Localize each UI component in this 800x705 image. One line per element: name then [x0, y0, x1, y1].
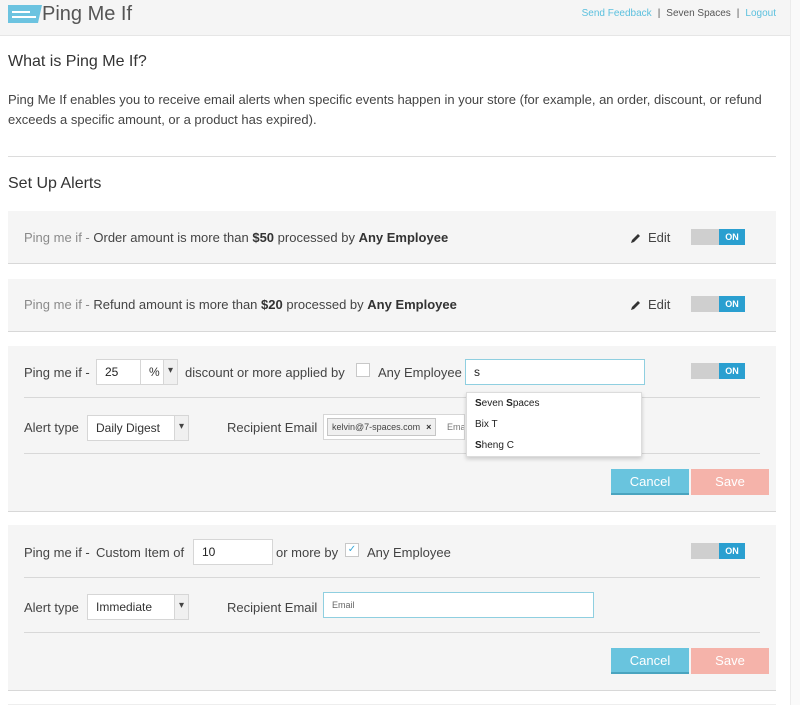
recipient-email: kelvin@7-spaces.com [332, 422, 421, 432]
suggestion-item[interactable]: Seven Spaces [467, 393, 641, 414]
employee-suggestions-dropdown: Seven Spaces Bix T Sheng C [466, 392, 642, 457]
account-name: Seven Spaces [666, 8, 731, 19]
any-employee-checkbox[interactable] [356, 363, 370, 377]
alert-employee: Any Employee [367, 297, 457, 312]
any-employee-label: Any Employee [378, 365, 462, 380]
ping-prefix: Ping me if - [24, 365, 90, 380]
toggle-track [691, 363, 719, 379]
alert-text: Refund amount is more than [93, 297, 262, 312]
intro-text: Ping Me If enables you to receive email … [8, 92, 762, 127]
discount-unit-select[interactable]: % ▾ [140, 359, 178, 385]
alert-type-label: Alert type [24, 420, 79, 435]
alert-toggle[interactable]: ON [691, 229, 745, 245]
unit-value: % [149, 365, 160, 379]
separator: | [736, 8, 740, 19]
pencil-icon [631, 233, 640, 243]
cancel-button[interactable]: Cancel [611, 648, 689, 674]
alert-type-value: Daily Digest [96, 421, 161, 435]
intro-heading: What is Ping Me If? [8, 53, 147, 70]
divider [8, 156, 776, 157]
match-highlight: S [475, 440, 482, 451]
alert-summary: Ping me if - Refund amount is more than … [24, 297, 457, 312]
toggle-track [691, 229, 719, 245]
suggestion-item[interactable]: Sheng C [467, 435, 641, 456]
alert-amount: $50 [252, 230, 275, 245]
match-highlight: S [475, 398, 482, 409]
top-bar: Ping Me If Send Feedback | Seven Spaces | Lo… [0, 0, 790, 36]
alert-employee: Any Employee [358, 230, 449, 245]
toggle-on-label: ON [719, 543, 745, 559]
edit-label: Edit [648, 297, 671, 312]
recipient-tag: kelvin@7-spaces.com × [327, 418, 437, 436]
alert-type-select[interactable]: Daily Digest ▾ [87, 415, 189, 441]
alert-type-value: Immediate [96, 600, 153, 614]
recipient-email-input[interactable]: kelvin@7-spaces.com × Email [323, 414, 465, 440]
alert-toggle[interactable]: ON [691, 363, 745, 379]
employee-search-input[interactable]: s [465, 359, 645, 385]
any-employee-checkbox[interactable]: ✓ [345, 543, 359, 557]
email-placeholder: Email [447, 422, 464, 432]
toggle-on-label: ON [719, 296, 745, 312]
alert-type-select[interactable]: Immediate ▾ [87, 594, 189, 620]
save-button[interactable]: Save [691, 648, 769, 674]
edit-button[interactable]: Edit [630, 297, 670, 312]
discount-value-input[interactable]: 25 [96, 359, 142, 385]
match-highlight: S [506, 398, 513, 409]
save-button[interactable]: Save [691, 469, 769, 495]
alert-card-custom-item: Ping me if - Custom Item of 10 or more b… [8, 525, 776, 691]
recipient-email-label: Recipient Email [227, 420, 318, 435]
recipient-email-input[interactable]: Email [323, 592, 594, 618]
app-title: Ping Me If [42, 3, 133, 25]
discount-text: discount or more applied by [185, 365, 345, 380]
recipient-email-label: Recipient Email [227, 600, 318, 615]
custom-item-value-input[interactable]: 10 [193, 539, 273, 565]
chevron-down-icon: ▾ [174, 416, 188, 440]
toggle-on-label: ON [719, 363, 745, 379]
alert-text: processed by [282, 297, 368, 312]
message-lines-icon [8, 5, 42, 23]
alert-toggle[interactable]: ON [691, 296, 745, 312]
divider [24, 632, 760, 633]
logout-link[interactable]: Logout [745, 8, 776, 19]
alert-card-discount: Ping me if - 25 % ▾ discount or more app… [8, 346, 776, 512]
chevron-down-icon: ▾ [163, 360, 177, 384]
custom-item-after-text: or more by [276, 545, 339, 560]
pencil-icon [631, 300, 640, 310]
ping-prefix: Ping me if - [24, 545, 90, 560]
toggle-track [691, 296, 719, 312]
ping-prefix: Ping me if - [24, 230, 90, 245]
check-icon: ✓ [347, 544, 357, 555]
edit-button[interactable]: Edit [630, 230, 670, 245]
custom-item-text: Custom Item of [96, 545, 185, 560]
alert-summary: Ping me if - Order amount is more than $… [24, 230, 448, 245]
ping-prefix: Ping me if - [24, 297, 90, 312]
divider [24, 577, 760, 578]
alert-amount: $20 [261, 297, 283, 312]
toggle-on-label: ON [719, 229, 745, 245]
alert-text: Order amount is more than [93, 230, 253, 245]
alert-type-label: Alert type [24, 600, 79, 615]
cancel-button[interactable]: Cancel [611, 469, 689, 495]
edit-label: Edit [648, 230, 671, 245]
separator: | [657, 8, 661, 19]
toggle-track [691, 543, 719, 559]
setup-alerts-heading: Set Up Alerts [8, 175, 102, 192]
alert-card-refund: Ping me if - Refund amount is more than … [8, 279, 776, 332]
scrollbar[interactable] [790, 0, 800, 705]
divider [24, 397, 760, 398]
alert-text: processed by [274, 230, 359, 245]
alert-card-order: Ping me if - Order amount is more than $… [8, 211, 776, 264]
top-links: Send Feedback | Seven Spaces | Logout [582, 8, 776, 19]
suggestion-item[interactable]: Bix T [467, 414, 641, 435]
remove-icon[interactable]: × [426, 419, 431, 435]
send-feedback-link[interactable]: Send Feedback [582, 8, 652, 19]
chevron-down-icon: ▾ [174, 595, 188, 619]
alert-toggle[interactable]: ON [691, 543, 745, 559]
any-employee-label: Any Employee [367, 545, 451, 560]
divider [24, 453, 760, 454]
